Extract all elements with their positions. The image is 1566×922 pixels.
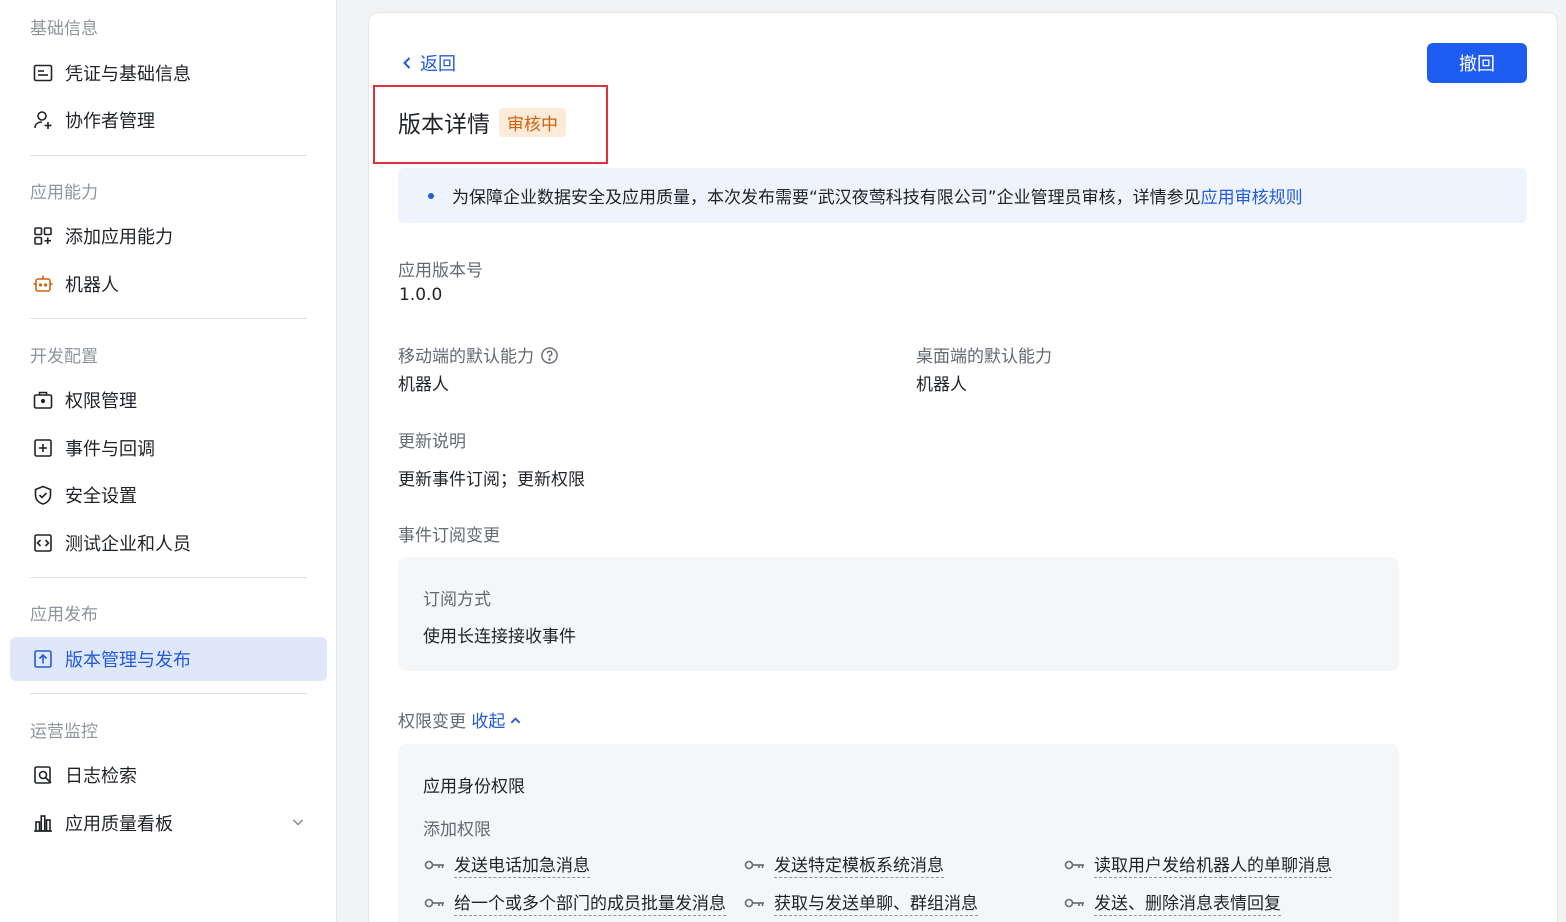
permission-change-label-text: 权限变更	[398, 712, 466, 732]
sidebar-item-quality-board[interactable]: 应用质量看板	[10, 801, 327, 845]
chevron-up-icon	[511, 717, 521, 724]
sidebar-divider	[30, 318, 307, 319]
sidebar-divider	[30, 693, 307, 694]
permission-name: 给一个或多个部门的成员批量发消息	[454, 889, 726, 916]
sidebar: 基础信息 凭证与基础信息 协作者管理 应用能力 添加应用能力 机器人 开发配置 …	[0, 0, 337, 922]
mobile-capability-label: 移动端的默认能力	[398, 342, 559, 367]
collapse-toggle[interactable]: 收起	[471, 712, 522, 732]
permission-item[interactable]: 发送、删除消息表情回复	[1064, 889, 1281, 916]
sidebar-group-title-basic: 基础信息	[30, 19, 98, 39]
permission-item[interactable]: 发送电话加急消息	[424, 851, 590, 878]
sidebar-item-permissions[interactable]: 权限管理	[10, 378, 327, 422]
key-icon	[1064, 898, 1084, 907]
sidebar-item-collaborators[interactable]: 协作者管理	[10, 98, 327, 142]
key-icon	[744, 898, 764, 907]
sidebar-item-credentials[interactable]: 凭证与基础信息	[10, 51, 327, 95]
add-permission-label: 添加权限	[423, 820, 491, 840]
mobile-capability-label-text: 移动端的默认能力	[398, 347, 534, 367]
chevron-left-icon	[403, 57, 411, 69]
key-icon	[744, 860, 764, 869]
code-box-icon	[32, 532, 54, 554]
sidebar-group-title-release: 应用发布	[30, 605, 98, 625]
version-label: 应用版本号	[398, 261, 483, 281]
review-rules-link[interactable]: 应用审核规则	[1201, 183, 1303, 208]
permission-name: 发送电话加急消息	[454, 851, 590, 878]
credential-icon	[32, 62, 54, 84]
chevron-down-icon[interactable]	[291, 815, 305, 829]
sidebar-group-title-capability: 应用能力	[30, 183, 98, 203]
withdraw-button[interactable]: 撤回	[1427, 43, 1527, 83]
permission-name: 发送、删除消息表情回复	[1094, 889, 1281, 916]
sidebar-item-label: 安全设置	[65, 486, 137, 507]
permission-name: 获取与发送单聊、群组消息	[774, 889, 978, 916]
subscribe-mode-value: 使用长连接接收事件	[423, 627, 576, 647]
sidebar-item-security[interactable]: 安全设置	[10, 473, 327, 517]
key-icon	[424, 860, 444, 869]
permission-item[interactable]: 读取用户发给机器人的单聊消息	[1064, 851, 1332, 878]
sidebar-item-add-capability[interactable]: 添加应用能力	[10, 214, 327, 258]
permission-item[interactable]: 给一个或多个部门的成员批量发消息	[424, 889, 726, 916]
robot-icon	[32, 273, 54, 295]
desktop-capability-value: 机器人	[916, 375, 967, 395]
upload-box-icon	[32, 648, 54, 670]
collapse-label: 收起	[471, 712, 506, 732]
sidebar-item-label: 机器人	[65, 275, 119, 296]
sidebar-item-log-search[interactable]: 日志检索	[10, 753, 327, 797]
shield-check-icon	[32, 484, 54, 506]
sidebar-item-label: 事件与回调	[65, 439, 155, 460]
sidebar-item-events[interactable]: 事件与回调	[10, 426, 327, 470]
apps-grid-icon	[32, 225, 54, 247]
help-icon[interactable]	[540, 346, 559, 365]
status-badge: 审核中	[499, 108, 566, 137]
sidebar-divider	[30, 577, 307, 578]
permission-item[interactable]: 发送特定模板系统消息	[744, 851, 944, 878]
sidebar-item-label: 测试企业和人员	[65, 534, 191, 555]
event-change-label: 事件订阅变更	[398, 526, 500, 546]
sidebar-item-robot[interactable]: 机器人	[10, 262, 327, 306]
key-icon	[1064, 860, 1084, 869]
review-notice: 为保障企业数据安全及应用质量，本次发布需要“武汉夜莺科技有限公司”企业管理员审核…	[398, 168, 1527, 223]
notice-text: 为保障企业数据安全及应用质量，本次发布需要“武汉夜莺科技有限公司”企业管理员审核…	[452, 188, 1201, 208]
permission-change-label: 权限变更 收起	[398, 707, 522, 732]
desktop-capability-label: 桌面端的默认能力	[916, 347, 1052, 367]
add-user-icon	[32, 109, 54, 131]
sidebar-item-label: 凭证与基础信息	[65, 64, 191, 85]
sidebar-group-title-ops: 运营监控	[30, 722, 98, 742]
sidebar-item-label: 添加应用能力	[65, 227, 173, 248]
version-value: 1.0.0	[399, 285, 443, 305]
permission-name: 发送特定模板系统消息	[774, 851, 944, 878]
sidebar-divider	[30, 155, 307, 156]
page-title: 版本详情	[398, 112, 490, 138]
event-subscription-box: 订阅方式 使用长连接接收事件	[398, 557, 1399, 671]
back-link[interactable]: 返回	[400, 50, 456, 76]
sidebar-group-title-dev: 开发配置	[30, 347, 98, 367]
sidebar-item-label: 应用质量看板	[65, 814, 173, 835]
permission-item[interactable]: 获取与发送单聊、群组消息	[744, 889, 978, 916]
bar-chart-icon	[32, 812, 54, 834]
sidebar-item-label: 协作者管理	[65, 111, 155, 132]
mobile-capability-value: 机器人	[398, 375, 449, 395]
update-notes-label: 更新说明	[398, 432, 466, 452]
update-notes-value: 更新事件订阅；更新权限	[398, 470, 585, 490]
bullet-dot	[428, 192, 434, 199]
permission-name: 读取用户发给机器人的单聊消息	[1094, 851, 1332, 878]
briefcase-lock-icon	[32, 389, 54, 411]
back-label: 返回	[420, 54, 456, 75]
event-plus-icon	[32, 437, 54, 459]
sidebar-item-version-release[interactable]: 版本管理与发布	[10, 637, 327, 681]
app-identity-permission-label: 应用身份权限	[423, 777, 525, 797]
sidebar-item-test-users[interactable]: 测试企业和人员	[10, 521, 327, 565]
sidebar-item-label: 版本管理与发布	[65, 650, 191, 671]
log-search-icon	[32, 764, 54, 786]
subscribe-mode-label: 订阅方式	[423, 590, 491, 610]
key-icon	[424, 898, 444, 907]
sidebar-item-label: 日志检索	[65, 766, 137, 787]
sidebar-item-label: 权限管理	[65, 391, 137, 412]
